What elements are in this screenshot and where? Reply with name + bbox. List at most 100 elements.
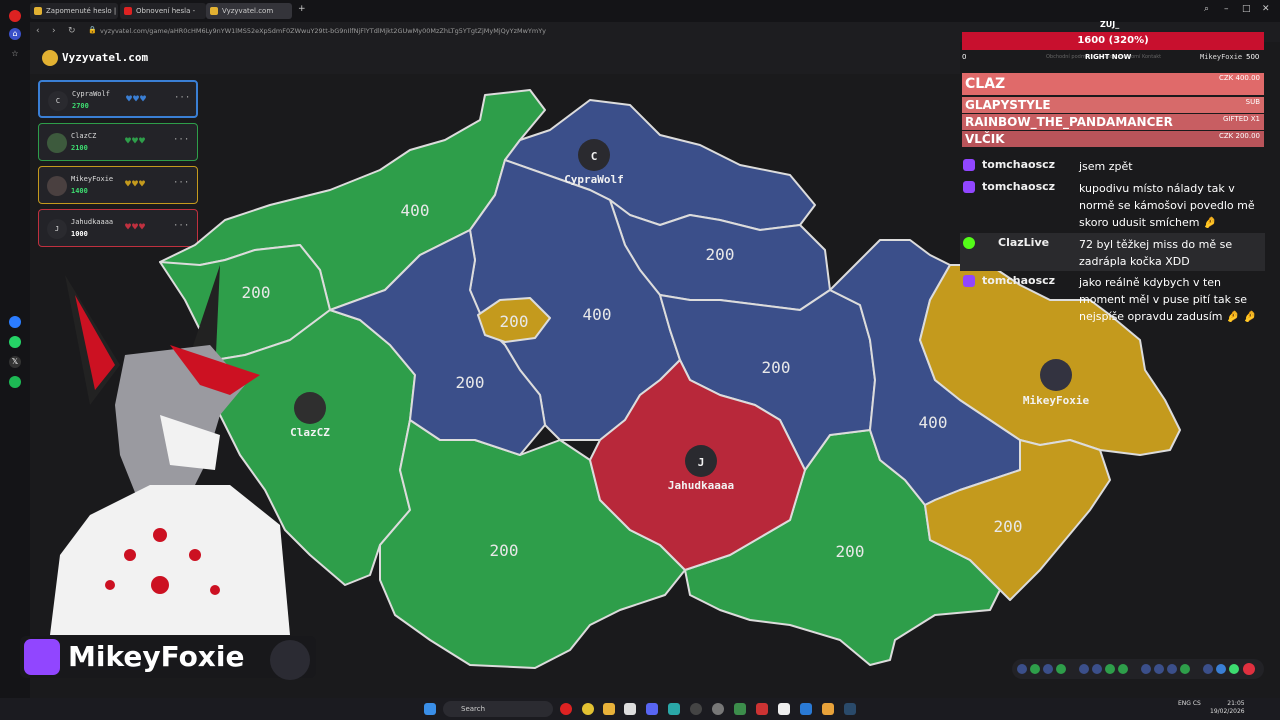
donation-max: 500 <box>1246 53 1260 61</box>
supporter-name: CLAZ <box>965 76 1006 92</box>
donation-label: ZUJ_ <box>1100 20 1120 29</box>
chat-username: tomchaoscz <box>982 180 1056 193</box>
opera-logo-icon[interactable] <box>9 10 21 22</box>
taskbar-search[interactable]: Search <box>443 701 553 717</box>
home-icon[interactable]: ⌂ <box>9 28 21 40</box>
lives-hearts-icon: ♥♥♥ <box>125 222 147 233</box>
region-value: 200 <box>762 358 791 377</box>
player-name: ClazCZ <box>71 132 97 140</box>
lives-hearts-icon: ♥♥♥ <box>126 94 148 105</box>
player-score: 1400 <box>71 187 88 195</box>
app-icon[interactable] <box>822 703 834 715</box>
tab-favicon-icon <box>124 7 132 15</box>
twitch-icon <box>963 159 975 171</box>
opera-icon[interactable] <box>560 703 572 715</box>
settings-icon[interactable] <box>712 703 724 715</box>
supporter-amount: CZK 400.00 <box>1219 74 1260 82</box>
windows-start-icon[interactable] <box>424 703 436 715</box>
chat-message: tomchaoscz jako reálně kdybych v ten mom… <box>960 271 1265 327</box>
chat-text: kupodivu místo nálady tak v normě se kám… <box>1079 182 1255 229</box>
reload-icon[interactable]: ↻ <box>68 26 76 36</box>
url-field[interactable]: vyzyvatel.com/game/aHR0cHM6Ly9nYW1lMS52e… <box>100 27 546 35</box>
browser-tab[interactable]: Zapomenuté heslo | Vyzy <box>30 3 118 31</box>
site-header: Vyzyvatel.com <box>30 42 960 74</box>
browser-sidebar: ⌂ ☆ 𝕏 <box>0 10 30 698</box>
language-indicator[interactable]: ENG CS <box>1178 700 1201 708</box>
app-icon[interactable] <box>668 703 680 715</box>
streamer-name: MikeyFoxie <box>68 640 245 673</box>
supporter-amount: CZK 200.00 <box>1219 132 1260 140</box>
clock-date: 19/02/2026 <box>1210 708 1245 715</box>
kick-icon <box>963 237 975 249</box>
supporter-row: VLČIK CZK 200.00 <box>962 131 1264 147</box>
player-score: 2100 <box>71 144 88 152</box>
supporter-name: VLČIK <box>965 132 1005 146</box>
bookmarks-icon[interactable]: ☆ <box>9 48 21 60</box>
app-icon[interactable] <box>734 703 746 715</box>
player-avatar: J <box>47 219 67 239</box>
player-score: 2700 <box>72 102 89 110</box>
discord-icon[interactable] <box>646 703 658 715</box>
site-name[interactable]: Vyzyvatel.com <box>62 51 148 64</box>
chat-message: ClazLive 72 byl těžkej miss do mě se zad… <box>960 233 1265 271</box>
region-value: 200 <box>706 245 735 264</box>
clock-time: 21:05 <box>1227 700 1245 707</box>
region-value: 200 <box>490 541 519 560</box>
chrome-icon[interactable] <box>582 703 594 715</box>
twitch-icon <box>963 275 975 287</box>
lives-hearts-icon: ♥♥♥ <box>125 136 147 147</box>
supporter-name: RAINBOW_THE_PANDAMANCER <box>965 115 1173 129</box>
lock-icon: 🔒 <box>88 26 97 34</box>
browser-tab-bar: Zapomenuté heslo | Vyzy Obnovení hesla -… <box>0 0 1280 31</box>
lives-hearts-icon: ♥♥♥ <box>125 179 147 190</box>
folder-icon[interactable] <box>603 703 615 715</box>
supporter-row: GLAPYSTYLE SUB <box>962 97 1264 113</box>
maximize-icon[interactable]: □ <box>1242 4 1251 14</box>
app-icon[interactable] <box>756 703 768 715</box>
store-icon[interactable] <box>624 703 636 715</box>
player-name: MikeyFoxie <box>71 175 114 183</box>
steam-icon[interactable] <box>844 703 856 715</box>
notion-icon[interactable] <box>778 703 790 715</box>
browser-tab[interactable]: Obnovení hesla - foxiemi <box>120 3 206 31</box>
tab-favicon-icon <box>210 7 218 15</box>
minimize-icon[interactable]: – <box>1224 4 1229 14</box>
windows-taskbar <box>0 698 1280 720</box>
region-value: 400 <box>583 305 612 324</box>
user-menu[interactable]: MikeyFoxie <box>1200 53 1242 61</box>
chat-text: jsem zpět <box>1079 160 1133 173</box>
region-value: 200 <box>456 373 485 392</box>
forward-icon[interactable]: › <box>52 26 56 36</box>
close-icon[interactable]: ✕ <box>1262 4 1270 14</box>
back-icon[interactable]: ‹ <box>36 26 40 36</box>
spotify-icon[interactable] <box>9 376 21 388</box>
region-value: 400 <box>919 413 948 432</box>
supporter-amount: SUB <box>1245 98 1260 106</box>
marker-initial: J <box>698 456 705 469</box>
donation-goal-bar: 1600 (320%) <box>962 32 1264 50</box>
twitch-logo-icon <box>24 639 60 675</box>
messenger-icon[interactable] <box>9 316 21 328</box>
status-dots-row <box>1017 663 1255 675</box>
whatsapp-icon[interactable] <box>9 336 21 348</box>
new-tab-icon[interactable]: + <box>298 4 306 14</box>
site-logo-icon[interactable] <box>42 50 58 66</box>
player-score: 1000 <box>71 230 88 238</box>
chat-message: tomchaoscz jsem zpět <box>960 155 1265 177</box>
chat-username: tomchaoscz <box>982 158 1056 171</box>
chat-message: tomchaoscz kupodivu místo nálady tak v n… <box>960 177 1265 233</box>
chat-username: tomchaoscz <box>982 274 1056 287</box>
browser-tab-active[interactable]: Vyzyvatel.com <box>206 3 292 19</box>
donation-min: 0 <box>962 53 967 61</box>
chat-text: 72 byl těžkej miss do mě se zadrápla koč… <box>1079 238 1233 268</box>
player-name: Jahudkaaaa <box>71 218 114 226</box>
app-icon[interactable] <box>800 703 812 715</box>
twitch-icon <box>963 181 975 193</box>
region-value: 200 <box>994 517 1023 536</box>
taskbar-clock[interactable]: 21:05 19/02/2026 <box>1210 700 1245 716</box>
chat-username: ClazLive <box>998 236 1050 249</box>
obs-icon[interactable] <box>690 703 702 715</box>
search-tabs-icon[interactable]: ⌕ <box>1204 4 1209 14</box>
marker-name: MikeyFoxie <box>1023 394 1090 407</box>
x-icon[interactable]: 𝕏 <box>9 356 21 368</box>
